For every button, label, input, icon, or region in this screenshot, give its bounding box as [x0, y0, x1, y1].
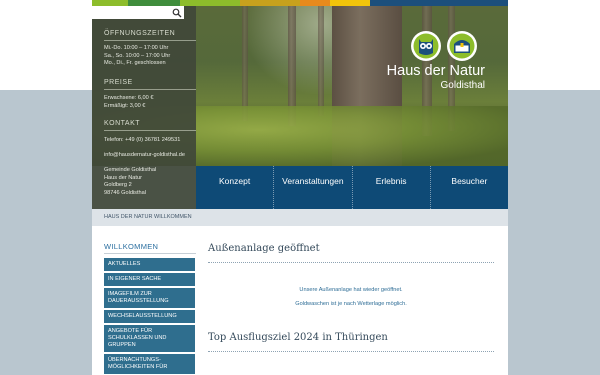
article-title[interactable]: Außenanlage geöffnet	[208, 243, 320, 254]
menu-item-angebote[interactable]: ANGEBOTE FÜR SCHULKLASSEN UND GRUPPEN	[104, 325, 195, 352]
hours-line: Sa., So. 10:00 – 17:00 Uhr	[104, 52, 171, 59]
contact-address-line: 98746 Goldisthal	[104, 190, 146, 197]
article-paragraph: Unsere Außenanlage hat wieder geöffnet.	[299, 287, 403, 293]
contact-address-line: Haus der Natur	[104, 174, 142, 181]
search-icon	[172, 8, 182, 17]
prices-heading: PREISE	[104, 79, 133, 86]
owl-logo-icon	[411, 31, 441, 61]
search-button[interactable]	[170, 6, 184, 19]
hours-line: Mo., Di., Fr. geschlossen	[104, 60, 166, 67]
section-menu-heading[interactable]: WILLKOMMEN	[104, 242, 158, 251]
nav-item-erlebnis[interactable]: Erlebnis	[351, 166, 430, 209]
main-navigation: Konzept Veranstaltungen Erlebnis Besuche…	[196, 166, 508, 209]
menu-item-uebernachtung[interactable]: ÜBERNACHTUNGS-MÖGLICHKEITEN FÜR	[104, 354, 195, 374]
menu-item-aktuelles[interactable]: AKTUELLES	[104, 258, 195, 271]
menu-item-in-eigener-sache[interactable]: IN EIGENER SACHE	[104, 273, 195, 286]
nav-item-konzept[interactable]: Konzept	[196, 166, 273, 209]
breadcrumb-bar: HAUS DER NATUR WILLKOMMEN	[92, 209, 508, 226]
nav-item-veranstaltungen[interactable]: Veranstaltungen	[273, 166, 351, 209]
nav-item-besucher[interactable]: Besucher	[429, 166, 508, 209]
menu-item-wechselausstellung[interactable]: WECHSELAUSSTELLUNG	[104, 310, 195, 323]
contact-phone: Telefon: +49 (0) 36781 249531	[104, 137, 181, 143]
contact-address-line: Gemeinde Goldisthal	[104, 167, 157, 173]
main-content: Außenanlage geöffnet Unsere Außenanlage …	[196, 226, 508, 375]
logo-title: Haus der Natur	[386, 63, 485, 79]
menu-item-imagefilm[interactable]: IMAGEFILM ZUR DAUERAUSSTELLUNG	[104, 288, 195, 308]
breadcrumb[interactable]: HAUS DER NATUR WILLKOMMEN	[104, 214, 192, 220]
hours-heading: ÖFFNUNGSZEITEN	[104, 30, 176, 37]
divider	[208, 262, 494, 263]
hours-line: Mi.-Do. 10:00 – 17:00 Uhr	[104, 45, 169, 51]
treasure-chest-logo-icon	[447, 31, 477, 61]
divider	[104, 253, 196, 254]
article-paragraph: Goldwaschen ist je nach Wetterlage mögli…	[295, 301, 407, 307]
contact-address-line: Goldberg 2	[104, 182, 132, 189]
price-line: Ermäßigt: 3,00 €	[104, 102, 146, 109]
logo-subtitle: Goldisthal	[440, 80, 485, 91]
section-menu: WILLKOMMEN AKTUELLES IN EIGENER SACHE IM…	[92, 226, 196, 375]
divider	[104, 40, 196, 41]
price-line: Erwachsene: 6,00 €	[104, 95, 154, 101]
divider	[104, 130, 196, 131]
article-title[interactable]: Top Ausflugsziel 2024 in Thüringen	[208, 332, 388, 343]
contact-heading: KONTAKT	[104, 120, 141, 127]
divider	[208, 351, 494, 352]
divider	[104, 89, 196, 90]
contact-email-link[interactable]: info@hausdernatur-goldisthal.de	[104, 152, 185, 160]
info-sidebar: ÖFFNUNGSZEITEN Mi.-Do. 10:00 – 17:00 Uhr…	[92, 6, 196, 209]
section-menu-list: AKTUELLES IN EIGENER SACHE IMAGEFILM ZUR…	[104, 258, 195, 375]
